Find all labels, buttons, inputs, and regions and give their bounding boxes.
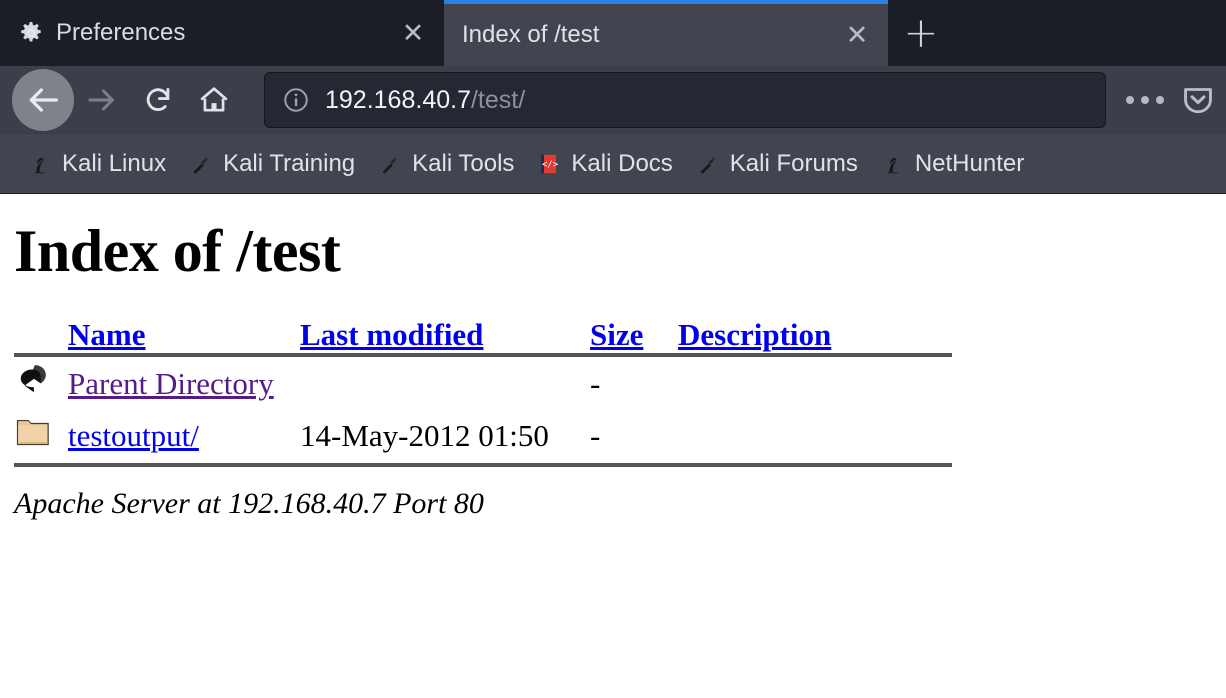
- row-name-cell: Parent Directory: [68, 357, 300, 409]
- bookmark-kali-training[interactable]: Kali Training: [177, 140, 366, 188]
- sort-by-description-link[interactable]: Description: [678, 317, 831, 352]
- browser-window: Preferences ✕ Index of /test ✕ + 192.168…: [0, 0, 1226, 698]
- sort-by-size-link[interactable]: Size: [590, 317, 643, 352]
- kali-dragon-icon: [880, 151, 906, 177]
- address-bar[interactable]: 192.168.40.7/test/: [264, 72, 1106, 128]
- folder-icon: [14, 419, 52, 456]
- bookmark-kali-tools[interactable]: Kali Tools: [366, 140, 525, 188]
- table-header-row: Name Last modified Size Description: [14, 317, 952, 353]
- kali-tool-icon: [188, 151, 214, 177]
- tab-index-of-test[interactable]: Index of /test ✕: [444, 0, 888, 66]
- bookmark-kali-docs[interactable]: </> Kali Docs: [525, 140, 683, 188]
- column-header-size: Size: [590, 317, 678, 353]
- url-display[interactable]: 192.168.40.7/test/: [325, 85, 1093, 115]
- pocket-icon[interactable]: [1178, 76, 1218, 124]
- close-icon[interactable]: ✕: [840, 18, 874, 52]
- parent-directory-arrow-icon: [14, 365, 52, 404]
- row-modified-cell: 14-May-2012 01:50: [300, 418, 549, 453]
- dot: [1126, 96, 1134, 104]
- column-header-description: Description: [678, 317, 952, 353]
- navigation-toolbar: 192.168.40.7/test/: [0, 66, 1226, 134]
- url-path: /test/: [470, 86, 526, 114]
- tab-strip: Preferences ✕ Index of /test ✕ +: [0, 0, 1226, 66]
- back-button[interactable]: [12, 69, 74, 131]
- row-icon-cell: [14, 409, 68, 461]
- close-icon[interactable]: ✕: [396, 16, 430, 50]
- new-tab-button[interactable]: +: [888, 0, 954, 66]
- bookmark-kali-forums[interactable]: Kali Forums: [684, 140, 869, 188]
- bookmark-label: Kali Forums: [729, 149, 858, 177]
- page-content: Index of /test Name Last modified Size D…: [0, 194, 1226, 698]
- server-signature: Apache Server at 192.168.40.7 Port 80: [14, 487, 484, 520]
- tab-strip-empty-area: [954, 0, 1226, 66]
- bookmark-nethunter[interactable]: NetHunter: [869, 140, 1035, 188]
- dot: [1156, 96, 1164, 104]
- home-button[interactable]: [186, 72, 242, 128]
- header-icon-spacer: [14, 317, 68, 353]
- svg-text:</>: </>: [542, 160, 559, 170]
- tab-title: Index of /test: [462, 21, 600, 48]
- bookmark-label: NetHunter: [914, 149, 1025, 177]
- parent-directory-link[interactable]: Parent Directory: [68, 366, 274, 401]
- kali-dragon-icon: [27, 151, 53, 177]
- row-name-cell: testoutput/: [68, 409, 300, 461]
- row-icon-cell: [14, 357, 68, 409]
- directory-link-testoutput[interactable]: testoutput/: [68, 418, 199, 453]
- table-row[interactable]: Parent Directory -: [14, 357, 952, 409]
- gear-icon: [18, 20, 44, 46]
- bookmark-label: Kali Linux: [62, 149, 167, 177]
- toolbar-actions: [1116, 76, 1218, 124]
- tab-title: Preferences: [56, 19, 186, 46]
- bookmark-kali-linux[interactable]: Kali Linux: [16, 140, 177, 188]
- row-description-cell: [678, 357, 952, 409]
- directory-listing-table: Name Last modified Size Description Pare…: [14, 317, 952, 467]
- page-title: Index of /test: [14, 218, 341, 284]
- sort-by-date-link[interactable]: Last modified: [300, 317, 483, 352]
- row-description-cell: [678, 409, 952, 461]
- page-actions-icon[interactable]: [1116, 76, 1174, 124]
- forward-button[interactable]: [74, 72, 130, 128]
- column-header-name: Name: [68, 317, 300, 353]
- bookmark-label: Kali Docs: [571, 149, 673, 177]
- kali-tool-icon: [377, 151, 403, 177]
- kali-docs-book-icon: </>: [536, 151, 562, 177]
- tab-preferences[interactable]: Preferences ✕: [0, 0, 444, 66]
- bookmarks-bar: Kali Linux Kali Training Kali Tools </> …: [0, 134, 1226, 194]
- sort-by-name-link[interactable]: Name: [68, 317, 145, 352]
- column-header-last-modified: Last modified: [300, 317, 590, 353]
- footer-rule-cell: [14, 461, 952, 467]
- bookmark-label: Kali Tools: [412, 149, 515, 177]
- row-size-cell: -: [590, 418, 601, 453]
- row-size-cell: -: [590, 366, 601, 401]
- dot: [1141, 96, 1149, 104]
- info-circle-icon[interactable]: [281, 85, 311, 115]
- row-modified-cell: [300, 357, 590, 409]
- horizontal-rule-bottom: [14, 463, 952, 467]
- table-row[interactable]: testoutput/ 14-May-2012 01:50 -: [14, 409, 952, 461]
- footer-rule-row: [14, 461, 952, 467]
- reload-button[interactable]: [130, 72, 186, 128]
- kali-tool-icon: [695, 151, 721, 177]
- bookmark-label: Kali Training: [223, 149, 356, 177]
- url-host: 192.168.40.7: [325, 86, 471, 114]
